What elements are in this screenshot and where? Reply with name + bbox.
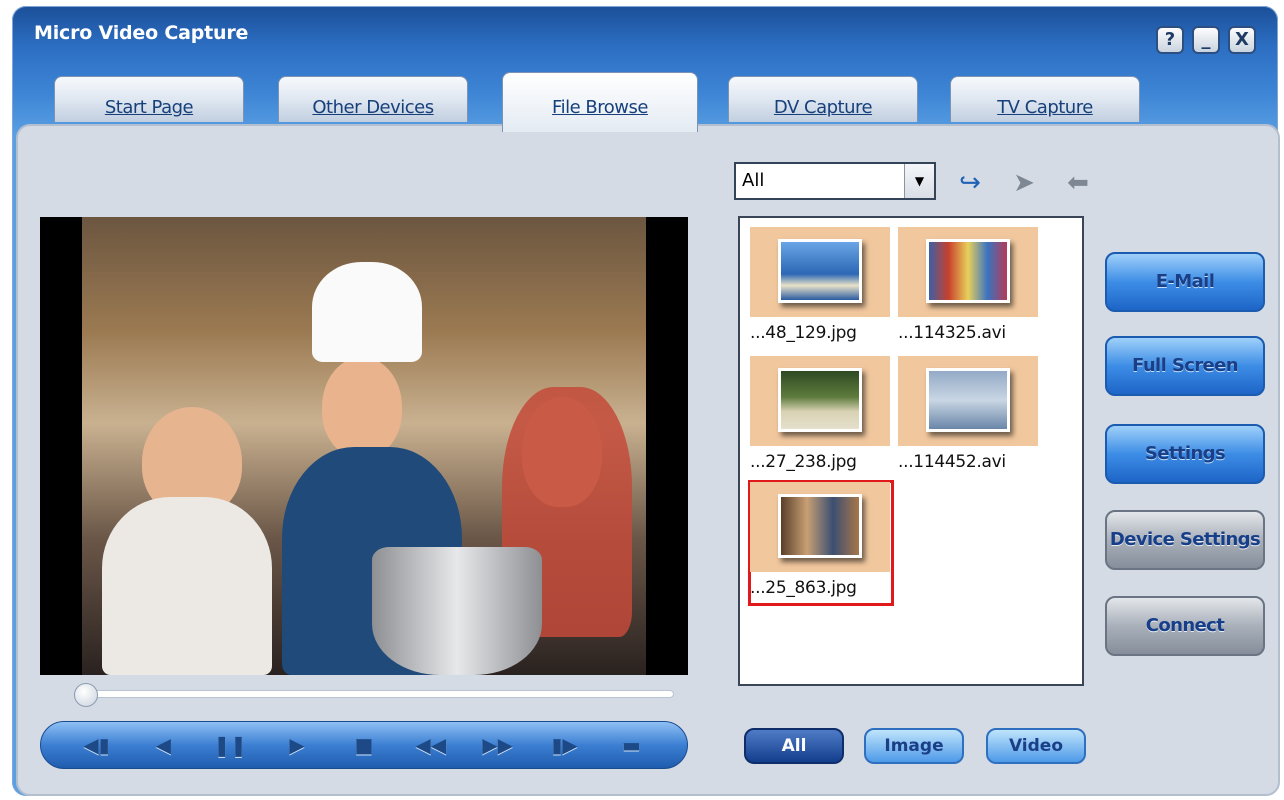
file-item[interactable]: ...48_129.jpg [750, 227, 890, 352]
file-thumbnail [898, 227, 1038, 317]
connect-button[interactable]: Connect [1105, 596, 1265, 656]
file-name: ...27_238.jpg [750, 452, 857, 472]
settings-button[interactable]: Settings [1105, 424, 1265, 484]
file-name: ...48_129.jpg [750, 323, 857, 343]
woman-face [322, 357, 402, 457]
video-preview[interactable] [40, 217, 688, 675]
cooking-pot [372, 547, 542, 675]
file-thumbnail [898, 356, 1038, 446]
tab-tv-capture[interactable]: TV Capture [950, 76, 1140, 122]
help-button[interactable]: ? [1156, 26, 1184, 54]
full-screen-button[interactable]: Full Screen [1105, 336, 1265, 396]
tab-other-devices[interactable]: Other Devices [278, 76, 468, 122]
tab-label: File Browse [552, 97, 648, 118]
tab-dv-capture[interactable]: DV Capture [728, 76, 918, 122]
device-settings-button[interactable]: Device Settings [1105, 510, 1265, 570]
play-button[interactable]: ▶ [275, 729, 319, 761]
tab-label: TV Capture [997, 97, 1093, 118]
pause-button[interactable]: ❚❚ [208, 729, 252, 761]
file-name: ...25_863.jpg [750, 578, 857, 598]
fast-forward-button[interactable]: ▶▶ [476, 729, 520, 761]
file-list: ...48_129.jpg ...114325.avi ...27_238.jp… [738, 216, 1084, 686]
tab-label: Start Page [104, 97, 194, 118]
filter-all-button[interactable]: All [744, 728, 844, 764]
chef-hat [312, 262, 422, 362]
file-item-selected[interactable]: ...25_863.jpg [748, 480, 894, 607]
record-button[interactable]: ▬ [609, 729, 653, 761]
next-frame-button[interactable]: ▮▶ [543, 729, 587, 761]
close-button[interactable]: X [1228, 26, 1256, 54]
back-arrow-icon[interactable]: ↪ [950, 164, 990, 200]
file-item[interactable]: ...114452.avi [898, 356, 1038, 481]
email-button[interactable]: E-Mail [1105, 252, 1265, 312]
step-back-button[interactable]: ◀ [141, 729, 185, 761]
file-thumbnail [750, 227, 890, 317]
filter-image-button[interactable]: Image [864, 728, 964, 764]
boy-body [102, 497, 272, 675]
file-thumbnail [750, 482, 890, 572]
tab-start-page[interactable]: Start Page [54, 76, 244, 122]
seek-knob[interactable] [74, 683, 98, 707]
file-name: ...114452.avi [898, 452, 1006, 472]
minimize-button[interactable]: _ [1192, 26, 1220, 54]
file-item[interactable]: ...114325.avi [898, 227, 1038, 352]
stop-button[interactable]: ■ [342, 729, 386, 761]
playback-controls: ◀▮ ◀ ❚❚ ▶ ■ ◀◀ ▶▶ ▮▶ ▬ [40, 721, 688, 769]
receive-icon[interactable]: ⬅ [1058, 164, 1098, 200]
tab-label: DV Capture [773, 97, 873, 118]
video-frame-image [82, 217, 646, 675]
rewind-button[interactable]: ◀◀ [409, 729, 453, 761]
tab-label: Other Devices [312, 97, 434, 118]
window-title: Micro Video Capture [34, 22, 249, 44]
file-name: ...114325.avi [898, 323, 1006, 343]
filter-video-button[interactable]: Video [986, 728, 1086, 764]
tab-file-browse[interactable]: File Browse [502, 72, 698, 132]
file-item[interactable]: ...27_238.jpg [750, 356, 890, 481]
chevron-down-icon[interactable]: ▼ [904, 164, 934, 198]
send-icon[interactable]: ➤ [1004, 164, 1044, 200]
file-type-dropdown[interactable]: All ▼ [734, 162, 936, 200]
previous-frame-button[interactable]: ◀▮ [74, 729, 118, 761]
file-thumbnail [750, 356, 890, 446]
seek-slider[interactable] [84, 690, 674, 698]
dropdown-value: All [742, 170, 765, 191]
